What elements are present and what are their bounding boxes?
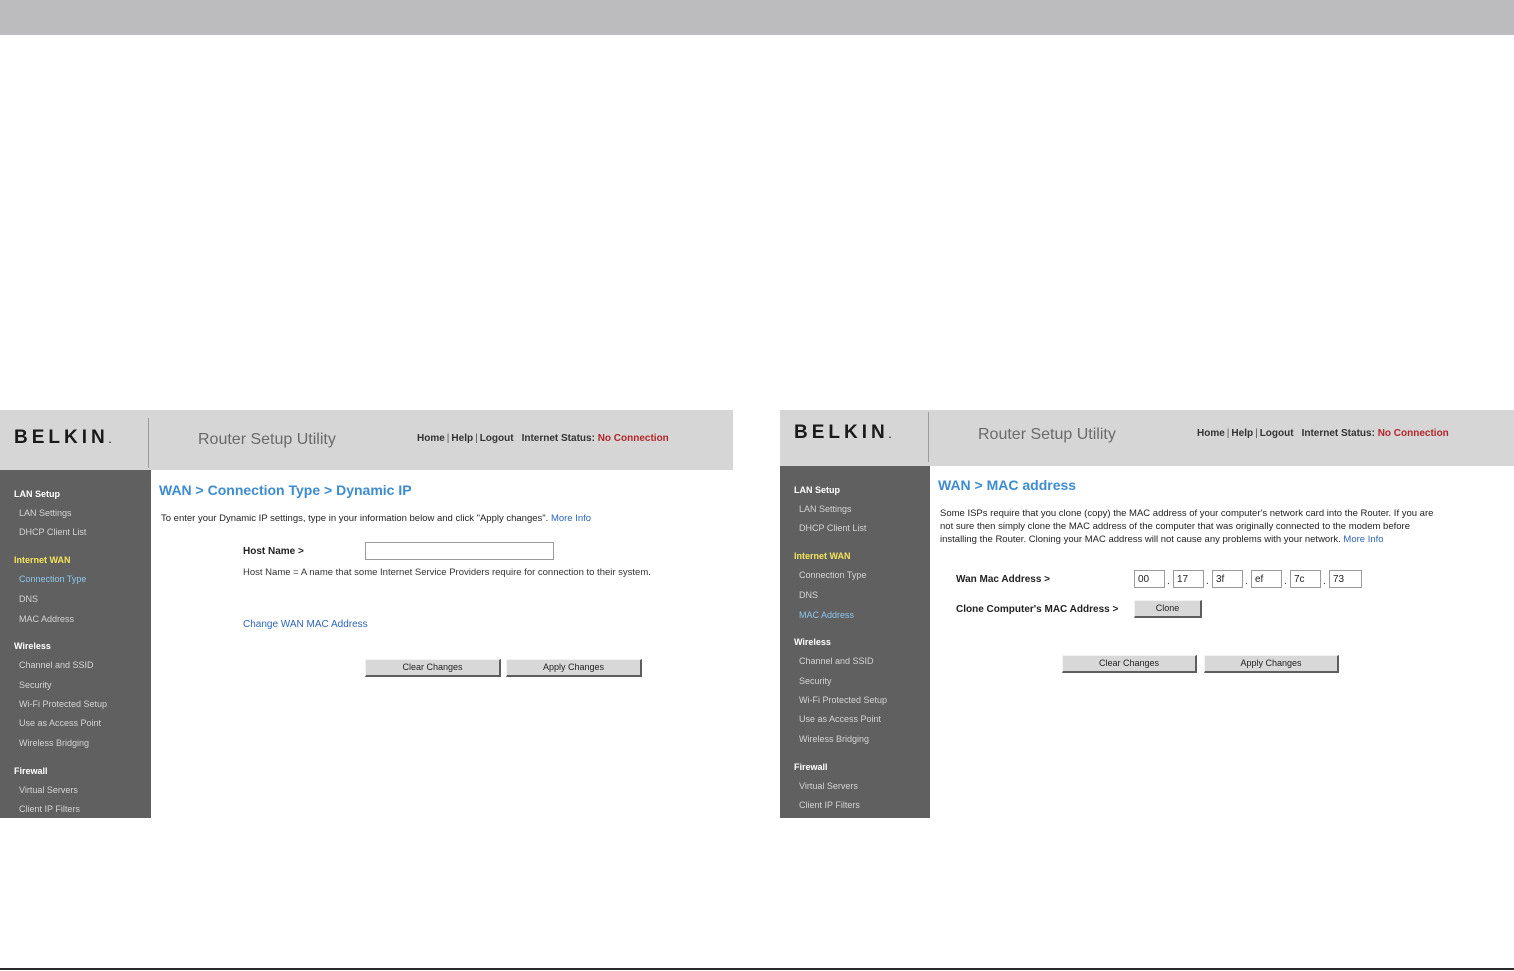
manual-page: BELKIN. Router Setup Utility Home | Help | L…	[0, 0, 1514, 971]
host-name-help: Host Name = A name that some Internet Se…	[243, 567, 651, 578]
home-link[interactable]: Home	[417, 433, 445, 444]
sidebar-item-security[interactable]: Security	[799, 676, 832, 686]
sidebar-item-dns[interactable]: DNS	[799, 590, 818, 600]
app-title: Router Setup Utility	[978, 426, 1116, 443]
page-title: WAN > MAC address	[938, 477, 1077, 493]
sidebar-item-mac-address[interactable]: MAC Address	[799, 610, 854, 620]
intro-text: Some ISPs require that you clone (copy) …	[940, 508, 1434, 545]
mac-octet-2-input[interactable]	[1173, 570, 1204, 588]
sidebar-item-wireless-bridging[interactable]: Wireless Bridging	[19, 738, 89, 748]
sidebar-item-virtual-servers[interactable]: Virtual Servers	[19, 785, 78, 795]
belkin-logo: BELKIN.	[14, 427, 112, 448]
sidebar-item-wifi-protected-setup[interactable]: Wi-Fi Protected Setup	[799, 695, 887, 705]
mac-octet-5-input[interactable]	[1290, 570, 1321, 588]
sidebar-item-connection-type[interactable]: Connection Type	[799, 570, 866, 580]
sidebar-item-channel-and-ssid[interactable]: Channel and SSID	[799, 656, 874, 666]
page-title: WAN > Connection Type > Dynamic IP	[159, 482, 412, 498]
belkin-logo: BELKIN.	[794, 422, 892, 443]
sidebar-item-wifi-protected-setup[interactable]: Wi-Fi Protected Setup	[19, 699, 107, 709]
help-link[interactable]: Help	[1231, 428, 1253, 439]
sidebar: LAN Setup LAN Settings DHCP Client List …	[0, 470, 151, 818]
clone-button[interactable]: Clone	[1134, 600, 1202, 618]
internet-status-label: Internet Status:	[521, 433, 595, 444]
logout-link[interactable]: Logout	[1260, 428, 1294, 439]
dynamic-ip-screenshot: BELKIN. Router Setup Utility Home | Help | L…	[0, 410, 733, 818]
top-band	[0, 0, 1514, 35]
header-divider	[148, 418, 149, 468]
mac-octet-4-input[interactable]	[1251, 570, 1282, 588]
header: BELKIN. Router Setup Utility Home | Help | L…	[780, 410, 1514, 466]
sidebar-item-virtual-servers[interactable]: Virtual Servers	[799, 781, 858, 791]
internet-status-value: No Connection	[597, 433, 669, 444]
apply-changes-button[interactable]: Apply Changes	[1204, 655, 1339, 673]
help-link[interactable]: Help	[451, 433, 473, 444]
main-content: WAN > MAC address Some ISPs require that…	[930, 466, 1514, 818]
internet-status-value: No Connection	[1377, 428, 1449, 439]
sidebar-item-wireless-bridging[interactable]: Wireless Bridging	[799, 734, 869, 744]
apply-changes-button[interactable]: Apply Changes	[506, 659, 642, 677]
sidebar-item-use-as-access-point[interactable]: Use as Access Point	[19, 718, 101, 728]
sidebar-section-internet-wan[interactable]: Internet WAN	[14, 555, 71, 565]
mac-separator: .	[1167, 576, 1170, 587]
clear-changes-button[interactable]: Clear Changes	[1062, 655, 1197, 673]
sidebar-item-client-ip-filters[interactable]: Client IP Filters	[19, 804, 80, 814]
internet-status-label: Internet Status:	[1301, 428, 1375, 439]
header-divider	[928, 412, 929, 462]
sidebar-item-dns[interactable]: DNS	[19, 594, 38, 604]
mac-octet-1-input[interactable]	[1134, 570, 1165, 588]
bottom-rule	[0, 968, 1514, 970]
more-info-link[interactable]: More Info	[1343, 534, 1383, 545]
sidebar-section-wireless[interactable]: Wireless	[794, 637, 831, 647]
mac-separator: .	[1245, 576, 1248, 587]
clone-mac-label: Clone Computer's MAC Address >	[956, 604, 1119, 615]
sidebar-item-dhcp-client-list[interactable]: DHCP Client List	[19, 527, 86, 537]
more-info-link[interactable]: More Info	[551, 513, 591, 524]
mac-separator: .	[1284, 576, 1287, 587]
sidebar-section-lan-setup[interactable]: LAN Setup	[794, 485, 840, 495]
sidebar-item-connection-type[interactable]: Connection Type	[19, 574, 86, 584]
header: BELKIN. Router Setup Utility Home | Help | L…	[0, 410, 733, 470]
sidebar-section-wireless[interactable]: Wireless	[14, 641, 51, 651]
sidebar-item-channel-and-ssid[interactable]: Channel and SSID	[19, 660, 94, 670]
sidebar-item-lan-settings[interactable]: LAN Settings	[799, 504, 852, 514]
host-name-label: Host Name >	[243, 546, 304, 557]
sidebar-item-use-as-access-point[interactable]: Use as Access Point	[799, 714, 881, 724]
sidebar-item-client-ip-filters[interactable]: Client IP Filters	[799, 800, 860, 810]
mac-separator: .	[1323, 576, 1326, 587]
sidebar-item-lan-settings[interactable]: LAN Settings	[19, 508, 72, 518]
sidebar-section-firewall[interactable]: Firewall	[14, 766, 48, 776]
change-wan-mac-link[interactable]: Change WAN MAC Address	[243, 619, 368, 630]
clear-changes-button[interactable]: Clear Changes	[365, 659, 501, 677]
host-name-input[interactable]	[365, 542, 554, 560]
home-link[interactable]: Home	[1197, 428, 1225, 439]
mac-octet-6-input[interactable]	[1329, 570, 1362, 588]
sidebar-item-security[interactable]: Security	[19, 680, 52, 690]
wan-mac-address-label: Wan Mac Address >	[956, 574, 1051, 585]
intro-text: To enter your Dynamic IP settings, type …	[161, 513, 592, 524]
sidebar-item-dhcp-client-list[interactable]: DHCP Client List	[799, 523, 866, 533]
sidebar-item-mac-address[interactable]: MAC Address	[19, 614, 74, 624]
main-content: WAN > Connection Type > Dynamic IP To en…	[151, 470, 733, 818]
sidebar: LAN Setup LAN Settings DHCP Client List …	[780, 466, 930, 818]
top-nav: Home | Help | Logout Internet Status: No Conn…	[417, 433, 669, 444]
sidebar-section-internet-wan[interactable]: Internet WAN	[794, 551, 851, 561]
logout-link[interactable]: Logout	[480, 433, 514, 444]
mac-octet-3-input[interactable]	[1212, 570, 1243, 588]
app-title: Router Setup Utility	[198, 431, 336, 448]
sidebar-section-lan-setup[interactable]: LAN Setup	[14, 489, 60, 499]
sidebar-section-firewall[interactable]: Firewall	[794, 762, 828, 772]
mac-address-screenshot: BELKIN. Router Setup Utility Home | Help | L…	[780, 410, 1514, 818]
top-nav: Home | Help | Logout Internet Status: No Conn…	[1197, 428, 1449, 439]
mac-separator: .	[1206, 576, 1209, 587]
